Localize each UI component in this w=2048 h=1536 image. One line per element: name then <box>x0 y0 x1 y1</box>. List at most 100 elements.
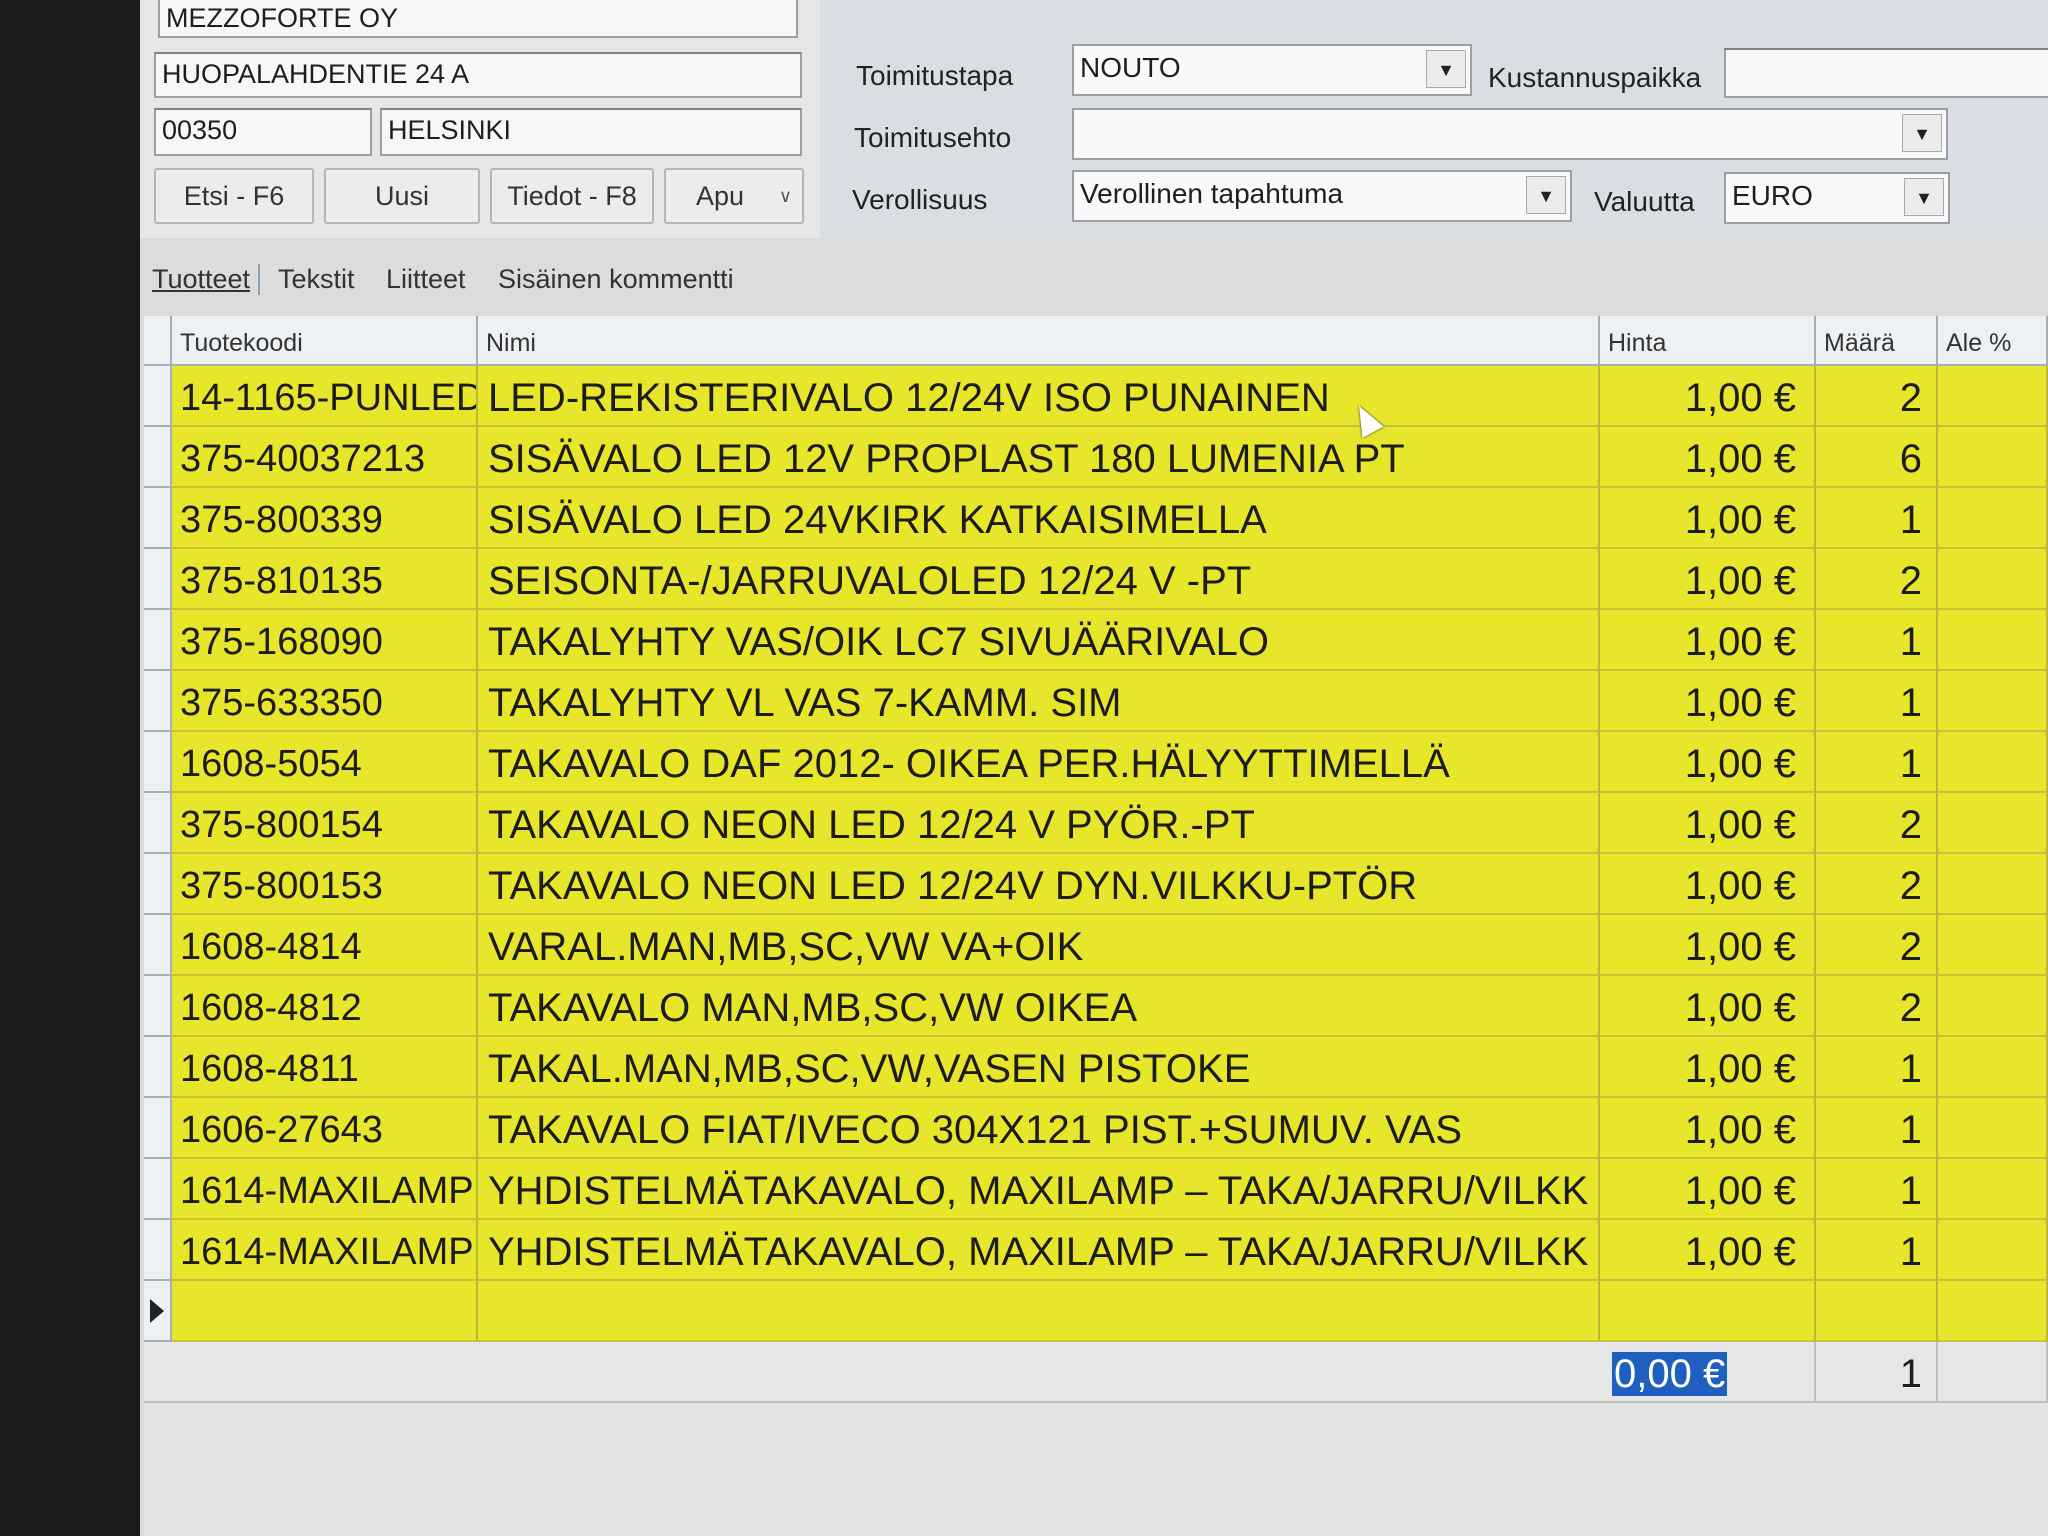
table-row[interactable]: 1606-27643 TAKAVALO FIAT/IVECO 304X121 PI… <box>144 1098 2048 1159</box>
table-row[interactable]: 375-800153 TAKAVALO NEON LED 12/24V DYN.V… <box>144 854 2048 915</box>
customer-address-field[interactable]: HUOPALAHDENTIE 24 A <box>154 52 802 98</box>
dropdown-arrow-icon[interactable]: ▼ <box>1904 178 1944 216</box>
tab-products[interactable]: Tuotteet <box>152 264 261 295</box>
product-code-cell[interactable]: 375-800339 <box>172 488 478 549</box>
price-cell[interactable]: 1,00 € <box>1600 915 1816 976</box>
row-selector[interactable] <box>144 1037 172 1098</box>
product-name-cell[interactable]: SISÄVALO LED 24VKIRK KATKAISIMELLA <box>478 488 1600 549</box>
tab-texts[interactable]: Tekstit <box>278 264 355 295</box>
product-code-cell[interactable]: 14-1165-PUNLED <box>172 366 478 427</box>
cost-center-field[interactable] <box>1724 48 2048 98</box>
row-selector[interactable] <box>144 1281 172 1342</box>
discount-cell[interactable] <box>1938 671 2048 732</box>
discount-cell[interactable] <box>1938 1098 2048 1159</box>
discount-cell[interactable] <box>1938 1159 2048 1220</box>
table-row[interactable]: 1608-5054 TAKAVALO DAF 2012- OIKEA PER.HÄ… <box>144 732 2048 793</box>
row-selector[interactable] <box>144 1159 172 1220</box>
product-name-cell[interactable]: SISÄVALO LED 12V PROPLAST 180 LUMENIA PT <box>478 427 1600 488</box>
price-cell[interactable]: 1,00 € <box>1600 366 1816 427</box>
product-code-cell[interactable]: 1608-5054 <box>172 732 478 793</box>
discount-cell[interactable] <box>1938 549 2048 610</box>
price-cell[interactable]: 1,00 € <box>1600 610 1816 671</box>
quantity-cell[interactable]: 6 <box>1816 427 1938 488</box>
price-cell[interactable]: 1,00 € <box>1600 427 1816 488</box>
new-entry-discount-cell[interactable] <box>1938 1342 2048 1403</box>
row-selector[interactable] <box>144 976 172 1037</box>
product-code-cell[interactable]: 1614-MAXILAMP1 <box>172 1220 478 1281</box>
quantity-cell[interactable]: 2 <box>1816 976 1938 1037</box>
price-cell[interactable]: 1,00 € <box>1600 854 1816 915</box>
search-button[interactable]: Etsi - F6 <box>154 168 314 224</box>
table-row[interactable]: 1608-4811 TAKAL.MAN,MB,SC,VW,VASEN PISTOK… <box>144 1037 2048 1098</box>
product-code-cell[interactable]: 1614-MAXILAMP1 <box>172 1159 478 1220</box>
details-button[interactable]: Tiedot - F8 <box>490 168 654 224</box>
price-cell[interactable]: 1,00 € <box>1600 793 1816 854</box>
row-selector[interactable] <box>144 793 172 854</box>
quantity-cell[interactable]: 1 <box>1816 1220 1938 1281</box>
table-row[interactable]: 1608-4814 VARAL.MAN,MB,SC,VW VA+OIK 1,00 €… <box>144 915 2048 976</box>
new-entry-row[interactable]: 0,00 € 1 <box>144 1342 2048 1403</box>
product-name-cell[interactable]: YHDISTELMÄTAKAVALO, MAXILAMP – TAKA/JARR… <box>478 1220 1600 1281</box>
discount-cell[interactable] <box>1938 427 2048 488</box>
quantity-cell[interactable]: 2 <box>1816 915 1938 976</box>
product-name-cell[interactable]: TAKALYHTY VL VAS 7-KAMM. SIM <box>478 671 1600 732</box>
price-cell[interactable]: 1,00 € <box>1600 671 1816 732</box>
discount-cell[interactable] <box>1938 854 2048 915</box>
city-field[interactable]: HELSINKI <box>380 108 802 156</box>
dropdown-arrow-icon[interactable]: ▼ <box>1426 50 1466 88</box>
new-entry-price-input[interactable]: 0,00 € <box>1612 1352 1728 1396</box>
row-selector[interactable] <box>144 488 172 549</box>
table-row[interactable]: 375-168090 TAKALYHTY VAS/OIK LC7 SIVUÄÄRI… <box>144 610 2048 671</box>
delivery-terms-select[interactable]: ▼ <box>1072 108 1948 160</box>
discount-cell[interactable] <box>1938 915 2048 976</box>
price-cell[interactable]: 1,00 € <box>1600 1220 1816 1281</box>
column-header-quantity[interactable]: Määrä <box>1816 316 1938 366</box>
discount-cell[interactable] <box>1938 1220 2048 1281</box>
product-code-cell[interactable]: 375-810135 <box>172 549 478 610</box>
price-cell[interactable]: 1,00 € <box>1600 549 1816 610</box>
product-code-cell[interactable]: 375-168090 <box>172 610 478 671</box>
table-row[interactable]: 1608-4812 TAKAVALO MAN,MB,SC,VW OIKEA 1,00… <box>144 976 2048 1037</box>
column-header-discount[interactable]: Ale % <box>1938 316 2048 366</box>
quantity-cell[interactable]: 1 <box>1816 1159 1938 1220</box>
price-cell[interactable]: 1,00 € <box>1600 1037 1816 1098</box>
dropdown-arrow-icon[interactable]: ▼ <box>1526 176 1566 214</box>
tab-attachments[interactable]: Liitteet <box>386 264 466 295</box>
product-name-cell[interactable]: SEISONTA-/JARRUVALOLED 12/24 V -PT <box>478 549 1600 610</box>
discount-cell[interactable] <box>1938 1281 2048 1342</box>
product-code-cell[interactable]: 1608-4812 <box>172 976 478 1037</box>
row-selector[interactable] <box>144 854 172 915</box>
product-code-cell[interactable]: 1608-4814 <box>172 915 478 976</box>
row-selector[interactable] <box>144 915 172 976</box>
quantity-cell[interactable]: 1 <box>1816 1037 1938 1098</box>
row-selector[interactable] <box>144 671 172 732</box>
price-cell[interactable]: 1,00 € <box>1600 488 1816 549</box>
discount-cell[interactable] <box>1938 488 2048 549</box>
help-button[interactable]: Apu ∨ <box>664 168 804 224</box>
product-name-cell[interactable]: TAKAVALO NEON LED 12/24V DYN.VILKKU-PTÖR <box>478 854 1600 915</box>
quantity-cell[interactable] <box>1816 1281 1938 1342</box>
quantity-cell[interactable]: 1 <box>1816 610 1938 671</box>
new-entry-price-cell[interactable]: 0,00 € <box>1600 1342 1816 1403</box>
row-selector[interactable] <box>144 1220 172 1281</box>
table-row[interactable]: 375-40037213 SISÄVALO LED 12V PROPLAST 18… <box>144 427 2048 488</box>
product-code-cell[interactable]: 375-800153 <box>172 854 478 915</box>
price-cell[interactable]: 1,00 € <box>1600 976 1816 1037</box>
price-cell[interactable]: 1,00 € <box>1600 1098 1816 1159</box>
table-row[interactable] <box>144 1281 2048 1342</box>
product-name-cell[interactable]: VARAL.MAN,MB,SC,VW VA+OIK <box>478 915 1600 976</box>
table-row[interactable]: 375-800339 SISÄVALO LED 24VKIRK KATKAISIM… <box>144 488 2048 549</box>
table-row[interactable]: 375-633350 TAKALYHTY VL VAS 7-KAMM. SIM 1,… <box>144 671 2048 732</box>
table-row[interactable]: 1614-MAXILAMP1 YHDISTELMÄTAKAVALO, MAXILA… <box>144 1159 2048 1220</box>
quantity-cell[interactable]: 2 <box>1816 854 1938 915</box>
row-selector[interactable] <box>144 549 172 610</box>
quantity-cell[interactable]: 1 <box>1816 488 1938 549</box>
product-name-cell[interactable]: LED-REKISTERIVALO 12/24V ISO PUNAINEN <box>478 366 1600 427</box>
column-header-code[interactable]: Tuotekoodi <box>172 316 478 366</box>
row-selector[interactable] <box>144 610 172 671</box>
row-selector[interactable] <box>144 732 172 793</box>
price-cell[interactable] <box>1600 1281 1816 1342</box>
quantity-cell[interactable]: 2 <box>1816 366 1938 427</box>
taxation-select[interactable]: Verollinen tapahtuma ▼ <box>1072 170 1572 222</box>
dropdown-arrow-icon[interactable]: ▼ <box>1902 114 1942 152</box>
